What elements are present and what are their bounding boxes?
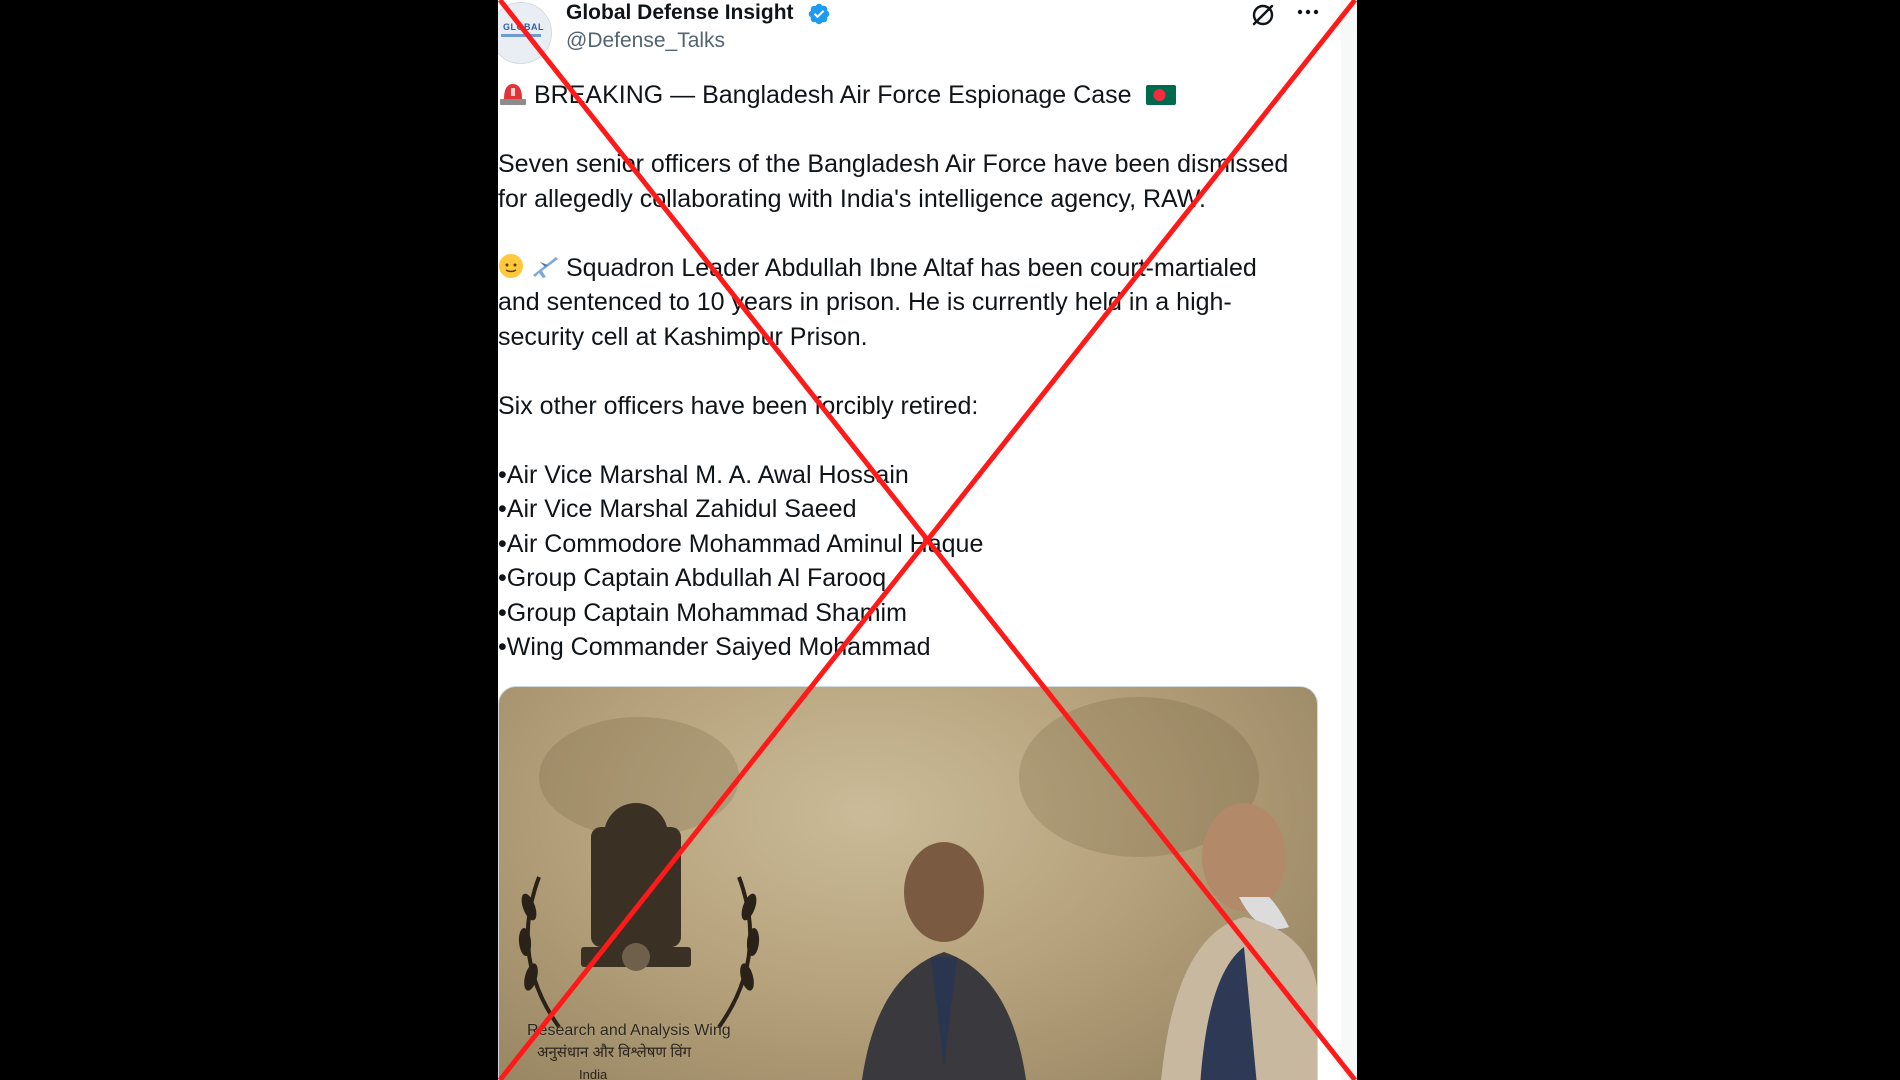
tweet-para2-line3: security cell at Kashimpur Prison. [498, 322, 868, 351]
list-item: Air Vice Marshal Zahidul Saeed [498, 492, 1338, 527]
tweet-para2-line2: and sentenced to 10 years in prison. He … [498, 288, 1232, 316]
person-emoji [499, 253, 523, 278]
tweet-media-image[interactable]: Research and Analysis Wing अनुसंधान और व… [498, 686, 1318, 1080]
bangladesh-flag-emoji [1146, 85, 1177, 105]
officers-list: Air Vice Marshal M. A. Awal Hossain Air … [498, 458, 1338, 665]
media-caption-country: India [579, 1067, 608, 1080]
verified-badge-icon [808, 3, 830, 25]
list-item: Wing Commander Saiyed Mohammad [498, 630, 1338, 665]
more-options-icon[interactable] [1295, 0, 1321, 26]
avatar-logo-text: GLOBAL [503, 22, 544, 32]
list-item: Group Captain Abdullah Al Farooq [498, 561, 1338, 596]
tweet-text: BREAKING — Bangladesh Air Force Espionag… [498, 78, 1338, 665]
person-silhouette-right [1161, 803, 1317, 1080]
avatar-logo-bar [501, 34, 541, 37]
grok-icon[interactable] [1250, 2, 1276, 28]
tweet-para1-line1: Seven senior officers of the Bangladesh … [498, 150, 1289, 178]
tweet-para3: Six other officers have been forcibly re… [498, 391, 979, 420]
tweet-para1-line2: for allegedly collaborating with India's… [498, 184, 1206, 213]
media-caption-hindi: अनुसंधान और विश्लेषण विंग [537, 1044, 692, 1061]
person-silhouette-left [862, 842, 1026, 1080]
national-emblem-icon [581, 803, 691, 971]
tweet-headline-line: BREAKING — Bangladesh Air Force Espionag… [498, 78, 1338, 113]
list-item: Air Vice Marshal M. A. Awal Hossain [498, 458, 1338, 493]
display-name[interactable]: Global Defense Insight [566, 1, 794, 25]
tweet-panel: GLOBAL Global Defense Insight @Defense_T… [498, 0, 1357, 1080]
avatar[interactable]: GLOBAL [498, 2, 552, 64]
tweet-para2-line1: Squadron Leader Abdullah Ibne Altaf has … [498, 251, 1338, 286]
police-light-emoji [500, 84, 526, 105]
screenshot-stage: GLOBAL Global Defense Insight @Defense_T… [0, 0, 1900, 1080]
tweet-headline: BREAKING — Bangladesh Air Force Espionag… [534, 81, 1132, 109]
tweet-para2-line1-text: Squadron Leader Abdullah Ibne Altaf has … [566, 253, 1257, 282]
account-handle[interactable]: @Defense_Talks [566, 29, 725, 53]
media-caption-english: Research and Analysis Wing [527, 1022, 731, 1039]
list-item: Group Captain Mohammad Shamim [498, 596, 1338, 631]
panel-edge-strip [1341, 0, 1357, 1080]
list-item: Air Commodore Mohammad Aminul Haque [498, 527, 1338, 562]
tweet-header: GLOBAL Global Defense Insight @Defense_T… [498, 0, 1357, 64]
airplane-emoji [533, 256, 558, 278]
